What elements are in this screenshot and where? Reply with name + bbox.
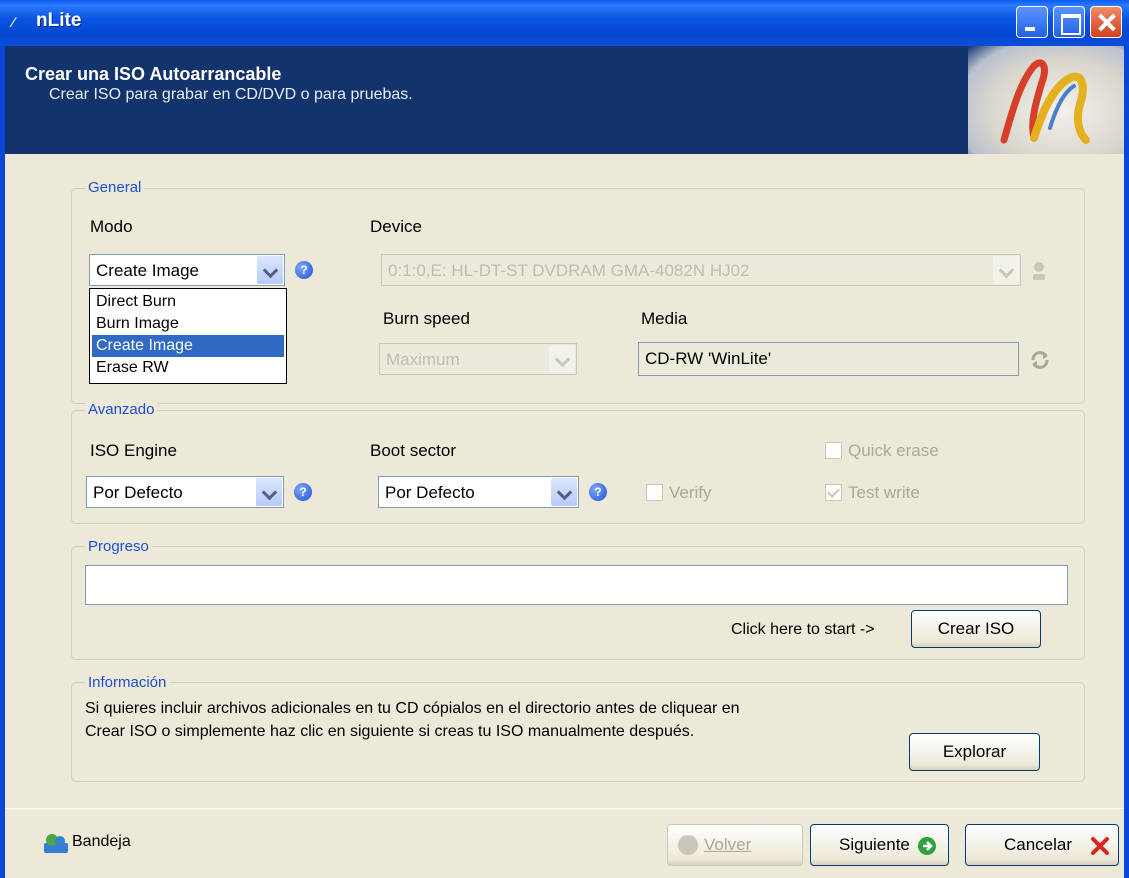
media-label: Media <box>641 309 688 328</box>
burn-speed-select[interactable]: Maximum <box>379 343 577 375</box>
minimize-button[interactable] <box>1016 6 1048 38</box>
chevron-down-icon[interactable] <box>257 256 283 284</box>
iso-engine-select[interactable]: Por Defecto <box>86 476 284 508</box>
explorar-button[interactable]: Explorar <box>909 733 1040 771</box>
verify-label: Verify <box>669 483 712 502</box>
verify-checkbox[interactable] <box>646 484 663 501</box>
modo-select-value: Create Image <box>96 261 199 280</box>
crear-iso-button[interactable]: Crear ISO <box>911 610 1041 648</box>
maximize-button[interactable] <box>1053 6 1085 38</box>
help-icon[interactable]: ? <box>589 483 607 501</box>
title-bar[interactable]: ∕ nLite <box>0 0 1129 46</box>
nlite-window: ∕ nLite Crear una ISO Autoarrancable Cre… <box>0 0 1129 878</box>
boot-sector-select[interactable]: Por Defecto <box>378 476 579 508</box>
chevron-down-icon[interactable] <box>549 345 575 373</box>
boot-sector-value: Por Defecto <box>385 483 475 502</box>
media-value: CD-RW 'WinLite' <box>645 349 772 368</box>
header-banner: Crear una ISO Autoarrancable Crear ISO p… <box>5 46 1124 154</box>
bottom-bar: Bandeja Volver Siguiente Cancelar <box>5 808 1124 878</box>
chevron-down-icon[interactable] <box>993 256 1019 284</box>
nlite-logo-icon <box>1000 59 1090 144</box>
tray-icon[interactable] <box>43 832 69 854</box>
volver-button[interactable]: Volver <box>667 824 803 866</box>
forward-arrow-icon <box>918 837 936 855</box>
device-select-value: 0:1:0,E: HL-DT-ST DVDRAM GMA-4082N HJ02 <box>388 261 750 280</box>
iso-engine-label: ISO Engine <box>90 441 177 460</box>
start-hint: Click here to start -> <box>731 621 875 638</box>
progress-bar <box>85 565 1068 605</box>
media-field: CD-RW 'WinLite' <box>638 342 1019 376</box>
cancelar-label: Cancelar <box>1004 835 1073 854</box>
avanzado-group-label: Avanzado <box>85 401 158 418</box>
quick-erase-label: Quick erase <box>848 441 939 460</box>
modo-dropdown-list: Direct Burn Burn Image Create Image Eras… <box>89 288 287 384</box>
test-write-checkbox[interactable] <box>825 484 842 501</box>
burn-speed-label: Burn speed <box>383 309 470 328</box>
volver-label: Volver <box>704 835 752 854</box>
chevron-down-icon[interactable] <box>256 478 282 506</box>
page-title: Crear una ISO Autoarrancable <box>25 64 282 84</box>
general-group-label: General <box>85 179 145 196</box>
progreso-group-label: Progreso <box>85 538 152 555</box>
close-button[interactable] <box>1090 6 1122 38</box>
info-text-line2: Crear ISO o simplemente haz clic en sigu… <box>85 723 695 740</box>
cancelar-button[interactable]: Cancelar <box>965 824 1119 866</box>
modo-label: Modo <box>90 217 133 236</box>
window-title: nLite <box>36 10 82 31</box>
modo-option-direct-burn[interactable]: Direct Burn <box>92 291 284 313</box>
modo-option-burn-image[interactable]: Burn Image <box>92 313 284 335</box>
informacion-group-label: Información <box>85 674 170 691</box>
siguiente-label: Siguiente <box>839 835 910 854</box>
help-icon[interactable]: ? <box>294 483 312 501</box>
siguiente-button[interactable]: Siguiente <box>810 824 949 866</box>
device-label: Device <box>370 217 422 236</box>
info-text-line1: Si quieres incluir archivos adicionales … <box>85 700 740 717</box>
refresh-icon[interactable] <box>1029 349 1051 371</box>
test-write-label: Test write <box>848 483 920 502</box>
burn-speed-value: Maximum <box>386 350 460 369</box>
tray-label[interactable]: Bandeja <box>72 833 131 851</box>
nlite-app-icon: ∕ <box>12 14 15 30</box>
quick-erase-checkbox[interactable] <box>825 442 842 459</box>
device-select[interactable]: 0:1:0,E: HL-DT-ST DVDRAM GMA-4082N HJ02 <box>381 254 1021 286</box>
modo-select[interactable]: Create Image <box>89 254 285 286</box>
back-arrow-icon <box>678 835 698 855</box>
content-area: General Modo Create Image ? Direct Burn … <box>5 154 1124 808</box>
close-icon <box>1091 837 1109 855</box>
disc-eject-icon[interactable] <box>1029 260 1049 282</box>
iso-engine-value: Por Defecto <box>93 483 183 502</box>
boot-sector-label: Boot sector <box>370 441 456 460</box>
modo-option-erase-rw[interactable]: Erase RW <box>92 357 284 379</box>
chevron-down-icon[interactable] <box>551 478 577 506</box>
modo-option-create-image[interactable]: Create Image <box>92 335 284 357</box>
page-subtitle: Crear ISO para grabar en CD/DVD o para p… <box>49 86 413 103</box>
help-icon[interactable]: ? <box>295 261 313 279</box>
